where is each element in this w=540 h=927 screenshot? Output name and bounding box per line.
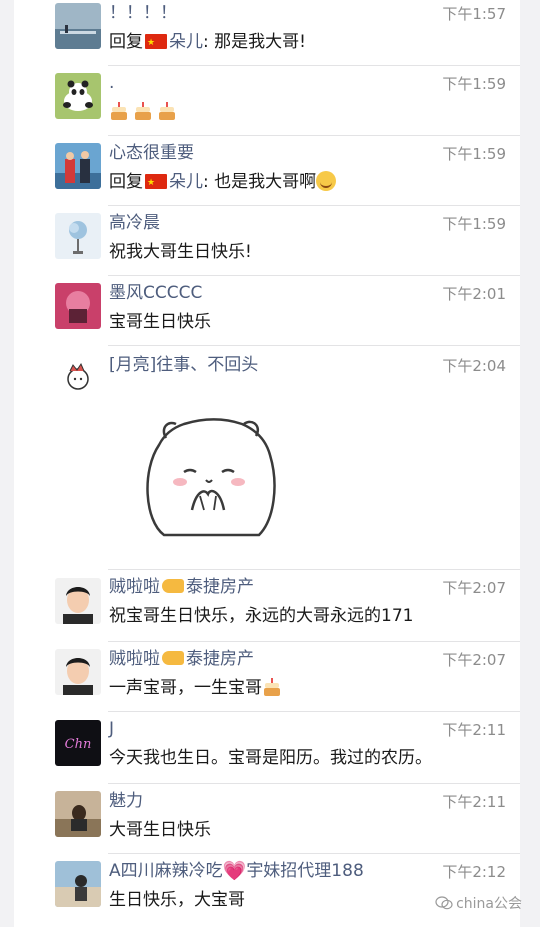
message-text: 宝哥生日快乐 [109, 312, 211, 332]
chat-message[interactable]: 贼啦啦 泰捷房产 下午2:07 祝宝哥生日快乐，永远的大哥永远的171 [14, 570, 520, 642]
message-text: 回复 朵儿: 也是我大哥啊 [109, 170, 337, 195]
sender-name-part: 贼啦啦 [109, 649, 160, 669]
sender-name-part: 宇妹招代理188 [246, 861, 364, 881]
message-text: 生日快乐，大宝哥 [109, 890, 245, 910]
sender-name: ！！！！ [109, 3, 177, 23]
sender-name-part: A四川麻辣冷吃 [109, 861, 223, 881]
sender-name: . [109, 73, 115, 93]
sender-name: 墨风CCCCC [109, 283, 203, 303]
message-text: 祝宝哥生日快乐，永远的大哥永远的171 [109, 606, 414, 626]
sender-name: 心态很重要 [109, 143, 194, 163]
message-time: 下午2:01 [442, 285, 506, 303]
message-text: 一声宝哥，一生宝哥 [109, 676, 286, 700]
sender-name-part: 贼啦啦 [109, 577, 160, 597]
sender-name: A四川麻辣冷吃💗宇妹招代理188 [109, 860, 364, 882]
pointing-hand-icon [162, 579, 184, 593]
birthday-cake-icon [157, 100, 177, 120]
wechat-icon [435, 896, 453, 910]
message-time: 下午2:04 [442, 357, 506, 375]
message-body: : 也是我大哥啊 [203, 172, 317, 192]
avatar[interactable] [55, 73, 101, 119]
bear-sticker[interactable] [134, 410, 284, 540]
sender-name: 魅力 [109, 791, 143, 811]
message-time: 下午2:07 [442, 579, 506, 597]
china-flag-icon [145, 171, 167, 195]
chat-message[interactable]: ！！！！ 下午1:57 回复 朵儿: 那是我大哥! [14, 0, 520, 66]
reply-name[interactable]: 朵儿 [169, 32, 203, 52]
laughing-face-icon [316, 171, 337, 191]
message-body: 一声宝哥，一生宝哥 [109, 678, 262, 698]
sender-name: 高冷晨 [109, 213, 160, 233]
chat-message[interactable]: 高冷晨 下午1:59 祝我大哥生日快乐! [14, 206, 520, 276]
message-time: 下午2:07 [442, 651, 506, 669]
svg-text:Chn: Chn [65, 737, 92, 752]
avatar[interactable]: Chn [55, 720, 101, 766]
message-body: : 那是我大哥! [203, 32, 306, 52]
avatar[interactable] [55, 283, 101, 329]
birthday-cake-icon [262, 676, 282, 696]
chat-message[interactable]: A四川麻辣冷吃💗宇妹招代理188 下午2:12 生日快乐，大宝哥 [14, 854, 520, 927]
birthday-cake-icon [109, 100, 129, 120]
chat-message[interactable]: 心态很重要 下午1:59 回复 朵儿: 也是我大哥啊 [14, 136, 520, 206]
avatar[interactable] [55, 3, 101, 49]
chat-message[interactable]: Chn J 下午2:11 今天我也生日。宝哥是阳历。我过的农历。 [14, 712, 520, 784]
message-time: 下午1:59 [442, 145, 506, 163]
message-text: 回复 朵儿: 那是我大哥! [109, 30, 306, 55]
sender-name: [月亮]往事、不回头 [109, 355, 259, 375]
pink-heart-icon: 💗 [222, 860, 247, 882]
chat-message[interactable]: 贼啦啦 泰捷房产 下午2:07 一声宝哥，一生宝哥 [14, 642, 520, 712]
message-time: 下午1:59 [442, 215, 506, 233]
sender-name: 贼啦啦 泰捷房产 [109, 648, 254, 670]
watermark: china公会 [435, 893, 522, 913]
sender-name-part: 泰捷房产 [186, 577, 254, 597]
avatar[interactable] [55, 791, 101, 837]
chat-panel: ！！！！ 下午1:57 回复朵儿: 那是我大哥! . 下午1:59 心态很重要 … [14, 0, 520, 927]
message-time: 下午2:11 [442, 721, 506, 739]
pointing-hand-icon [162, 651, 184, 665]
watermark-text: china公会 [456, 896, 522, 912]
birthday-cake-icon [133, 100, 153, 120]
message-text: 祝我大哥生日快乐! [109, 242, 252, 262]
reply-name[interactable]: 朵儿 [169, 172, 203, 192]
sender-name: 贼啦啦 泰捷房产 [109, 576, 254, 598]
message-text [109, 100, 181, 124]
chat-message[interactable]: . 下午1:59 [14, 66, 520, 136]
china-flag-icon [145, 31, 167, 55]
avatar[interactable] [55, 861, 101, 907]
message-time: 下午1:57 [442, 5, 506, 23]
sender-name-part: 泰捷房产 [186, 649, 254, 669]
avatar[interactable] [55, 578, 101, 624]
chat-message[interactable]: 魅力 下午2:11 大哥生日快乐 [14, 784, 520, 854]
message-text: 大哥生日快乐 [109, 820, 211, 840]
avatar[interactable] [55, 354, 101, 400]
avatar[interactable] [55, 213, 101, 259]
avatar[interactable] [55, 649, 101, 695]
chat-message[interactable]: 墨风CCCCC 下午2:01 宝哥生日快乐 [14, 276, 520, 346]
message-time: 下午2:11 [442, 793, 506, 811]
avatar[interactable] [55, 143, 101, 189]
reply-prefix: 回复 [109, 172, 143, 192]
sender-name: J [109, 719, 115, 739]
reply-prefix: 回复 [109, 32, 143, 52]
message-text: 今天我也生日。宝哥是阳历。我过的农历。 [109, 748, 432, 768]
message-time: 下午2:12 [442, 863, 506, 881]
message-time: 下午1:59 [442, 75, 506, 93]
